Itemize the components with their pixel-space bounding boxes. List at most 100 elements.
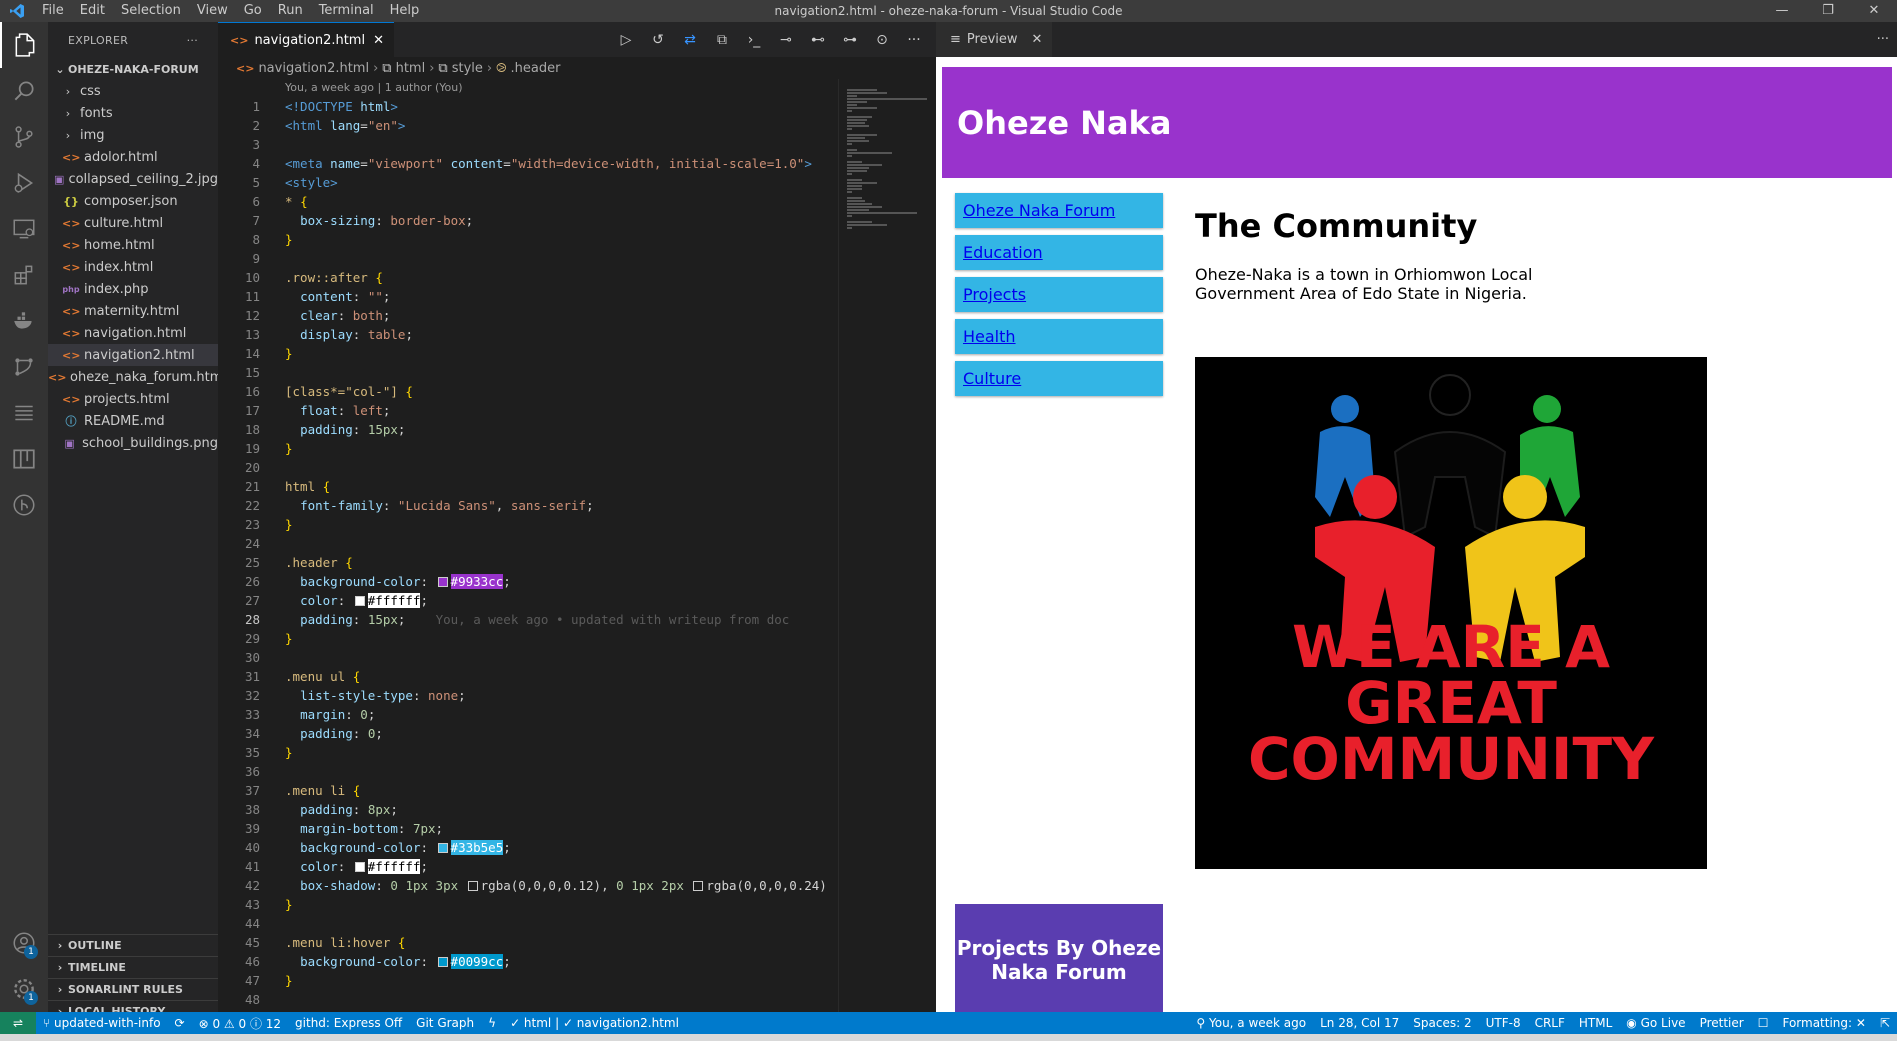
blame-status[interactable]: ⚲ You, a week ago (1189, 1016, 1313, 1030)
file-item[interactable]: ⓘ README.md (48, 410, 218, 432)
history-icon[interactable]: ↺ (646, 32, 670, 48)
menu-link-forum[interactable]: Oheze Naka Forum (963, 201, 1115, 220)
sonarlint-rules-section[interactable]: › SONARLINT RULES (48, 978, 218, 1000)
folder-item[interactable]: › css (48, 80, 218, 102)
breadcrumb-selector[interactable]: .header (511, 61, 561, 76)
breadcrumb-html[interactable]: html (396, 61, 426, 76)
tab-close-icon[interactable]: ✕ (373, 33, 384, 48)
outline-section[interactable]: › OUTLINE (48, 934, 218, 956)
file-item[interactable]: <> maternity.html (48, 300, 218, 322)
file-item[interactable]: {} composer.json (48, 190, 218, 212)
more-actions-icon[interactable]: ··· (1877, 22, 1889, 57)
lightning-icon[interactable]: ϟ (481, 1016, 503, 1030)
breadcrumb-style[interactable]: style (452, 61, 483, 76)
go-live-button[interactable]: ◉ Go Live (1619, 1016, 1692, 1030)
more-actions-icon[interactable]: ··· (902, 32, 926, 48)
breadcrumb: <> navigation2.html › ⧉ html › ⧉ style ›… (218, 57, 936, 79)
terminal-icon[interactable]: ›_ (742, 32, 766, 48)
menu-file[interactable]: File (34, 0, 72, 22)
pin-icon: ⚲ (1196, 1016, 1209, 1030)
compare-icon[interactable]: ⇄ (678, 32, 702, 48)
run-debug-icon[interactable] (0, 160, 48, 206)
cursor-position[interactable]: Ln 28, Col 17 (1313, 1016, 1406, 1030)
language-mode[interactable]: HTML (1572, 1016, 1619, 1030)
preview-close-icon[interactable]: ✕ (1032, 32, 1043, 47)
search-icon[interactable] (0, 68, 48, 114)
file-item[interactable]: ▣ school_buildings.png (48, 432, 218, 454)
commit-icon[interactable]: ⊸ (774, 32, 798, 48)
minimap[interactable] (838, 79, 936, 1012)
restore-icon[interactable]: ❐ (1805, 0, 1851, 22)
extensions-icon[interactable] (0, 252, 48, 298)
code-line: 5 <style> (252, 175, 338, 190)
folder-item[interactable]: › fonts (48, 102, 218, 124)
gitlens-commit-icon[interactable]: ⊙ (870, 32, 894, 48)
breadcrumb-file[interactable]: navigation2.html (258, 61, 369, 76)
close-icon[interactable]: ✕ (1851, 0, 1897, 22)
git-compare-icon[interactable]: ⧉ (710, 32, 734, 48)
file-item[interactable]: <> projects.html (48, 388, 218, 410)
menu-selection[interactable]: Selection (113, 0, 189, 22)
file-item[interactable]: <> index.html (48, 256, 218, 278)
code-line: 35} (244, 745, 293, 760)
sync-icon[interactable]: ⟳ (168, 1016, 192, 1030)
menu-terminal[interactable]: Terminal (311, 0, 382, 22)
gitlens-icon[interactable] (0, 482, 48, 528)
workspace-root[interactable]: ⌄ OHEZE-NAKA-FORUM (48, 58, 218, 80)
language-path-status[interactable]: ✓ html | ✓ navigation2.html (503, 1016, 686, 1030)
tab-preview[interactable]: ≡ Preview ✕ (936, 22, 1053, 57)
codelens-blame[interactable]: You, a week ago | 1 author (You) (218, 79, 936, 97)
file-item[interactable]: <> navigation2.html (48, 344, 218, 366)
git-graph-status[interactable]: Git Graph (409, 1016, 481, 1030)
formatting-status[interactable]: Formatting: ✕ (1775, 1016, 1872, 1030)
file-item[interactable]: ▣ collapsed_ceiling_2.jpg (48, 168, 218, 190)
menu-help[interactable]: Help (382, 0, 428, 22)
explorer-icon[interactable] (0, 22, 48, 68)
board-icon[interactable] (0, 436, 48, 482)
menu-link-projects[interactable]: Projects (963, 285, 1026, 304)
file-item[interactable]: <> home.html (48, 234, 218, 256)
next-change-icon[interactable]: ⊶ (838, 32, 862, 48)
menu-view[interactable]: View (189, 0, 236, 22)
code-line: 46 background-color: #0099cc; (244, 954, 511, 969)
menu-link-education[interactable]: Education (963, 243, 1043, 262)
menu-run[interactable]: Run (270, 0, 311, 22)
file-item[interactable]: <> oheze_naka_forum.html (48, 366, 218, 388)
menu-link-health[interactable]: Health (963, 327, 1016, 346)
docker-icon[interactable] (0, 298, 48, 344)
prettier-status[interactable]: Prettier (1693, 1016, 1751, 1030)
feedback-icon[interactable]: ☐ (1751, 1016, 1776, 1030)
menu-go[interactable]: Go (236, 0, 270, 22)
prev-change-icon[interactable]: ⊷ (806, 32, 830, 48)
minimap-line (847, 185, 862, 187)
line-endings[interactable]: CRLF (1528, 1016, 1572, 1030)
encoding[interactable]: UTF-8 (1479, 1016, 1528, 1030)
folder-item[interactable]: › img (48, 124, 218, 146)
file-item[interactable]: php index.php (48, 278, 218, 300)
minimize-icon[interactable]: — (1759, 0, 1805, 22)
code-lines[interactable]: 1 <!DOCTYPE html> 2 <html lang="en"> 3 4 <m… (218, 97, 838, 1009)
explorer-more-icon[interactable]: ··· (187, 34, 198, 47)
settings-gear-icon[interactable]: 1 (0, 966, 48, 1012)
run-icon[interactable]: ▷ (614, 32, 638, 48)
notifications-icon[interactable]: ⇱ (1873, 1016, 1897, 1030)
timeline-section[interactable]: › TIMELINE (48, 956, 218, 978)
menu-edit[interactable]: Edit (72, 0, 113, 22)
minimap-line (847, 107, 877, 109)
file-item[interactable]: <> navigation.html (48, 322, 218, 344)
remote-icon[interactable]: ⇌ (0, 1012, 36, 1034)
problems-status[interactable]: ⊗ 0 ⚠ 0 ⓘ 12 (192, 1015, 288, 1032)
git-graph-icon[interactable] (0, 344, 48, 390)
branch-status[interactable]: ⑂ updated-with-info (36, 1016, 168, 1030)
remote-explorer-icon[interactable] (0, 206, 48, 252)
tab-navigation2-html[interactable]: <> navigation2.html ✕ (218, 22, 394, 57)
file-item[interactable]: <> culture.html (48, 212, 218, 234)
list-icon[interactable] (0, 390, 48, 436)
source-control-icon[interactable] (0, 114, 48, 160)
menu-link-culture[interactable]: Culture (963, 369, 1021, 388)
file-item[interactable]: <> adolor.html (48, 146, 218, 168)
indentation[interactable]: Spaces: 2 (1406, 1016, 1478, 1030)
code-line: 1 <!DOCTYPE html> (252, 99, 398, 114)
githd-status[interactable]: githd: Express Off (288, 1016, 409, 1030)
account-icon[interactable]: 1 (0, 920, 48, 966)
